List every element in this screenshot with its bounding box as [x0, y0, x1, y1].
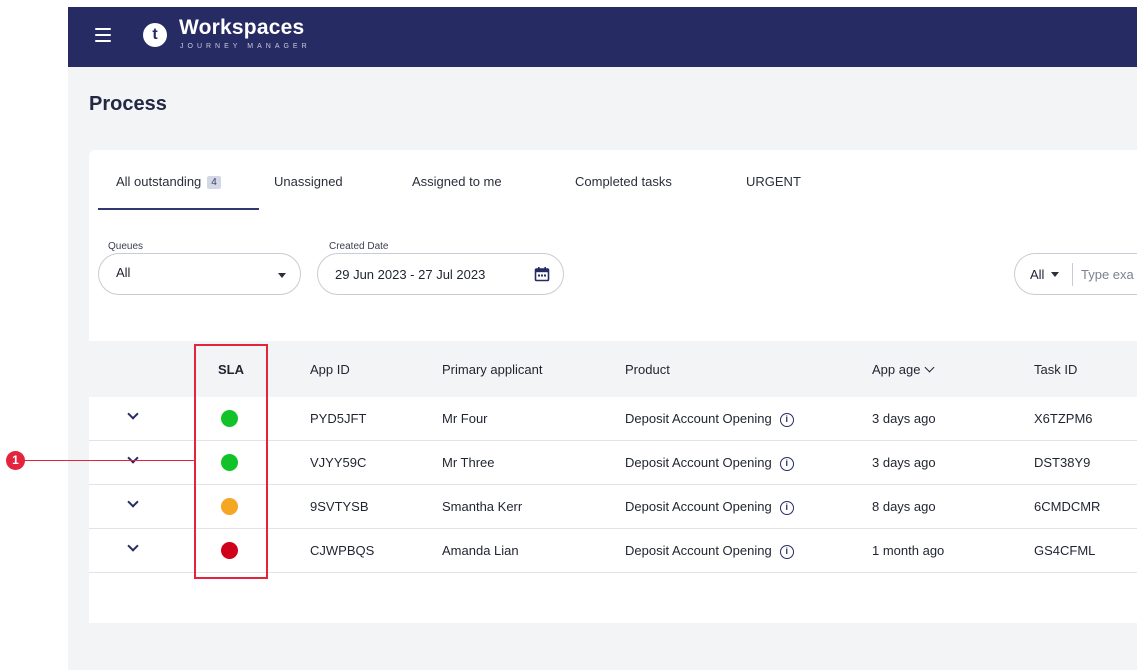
- tab-assigned-to-me[interactable]: Assigned to me: [412, 174, 502, 189]
- queues-value: All: [116, 265, 131, 280]
- tab-unassigned[interactable]: Unassigned: [274, 174, 343, 189]
- sla-highlight-box: [194, 344, 268, 579]
- cell-task-id[interactable]: X6TZPM6: [1034, 411, 1093, 426]
- cell-primary-applicant: Mr Four: [442, 411, 488, 426]
- cell-primary-applicant: Amanda Lian: [442, 543, 519, 558]
- tab-urgent[interactable]: URGENT: [746, 174, 801, 189]
- cell-product: Deposit Account Opening i: [625, 543, 794, 559]
- page-title: Process: [89, 93, 167, 115]
- cell-app-age: 3 days ago: [872, 411, 936, 426]
- cell-app-id[interactable]: CJWPBQS: [310, 543, 374, 558]
- hamburger-menu-icon[interactable]: [95, 28, 111, 42]
- tab-completed-tasks[interactable]: Completed tasks: [575, 174, 672, 189]
- search-scope-dropdown[interactable]: All: [1030, 267, 1060, 282]
- created-date-value: 29 Jun 2023 - 27 Jul 2023: [335, 267, 486, 282]
- chevron-down-icon: [1051, 272, 1060, 277]
- cell-app-id[interactable]: PYD5JFT: [310, 411, 366, 426]
- logo-icon: t: [143, 23, 167, 47]
- column-header-label: App age: [872, 362, 921, 377]
- queues-label: Queues: [108, 241, 144, 252]
- cell-product-label: Deposit Account Opening: [625, 543, 772, 558]
- expand-row-chevron-icon[interactable]: [127, 452, 139, 464]
- info-icon[interactable]: i: [779, 413, 794, 427]
- search-divider: [1072, 263, 1073, 286]
- tab-all-outstanding[interactable]: All outstanding 4: [116, 174, 221, 189]
- cell-task-id[interactable]: GS4CFML: [1034, 543, 1095, 558]
- cell-product-label: Deposit Account Opening: [625, 455, 772, 470]
- search-scope-value: All: [1030, 267, 1045, 282]
- queues-dropdown[interactable]: All: [98, 253, 301, 295]
- top-bar: t Workspaces JOURNEY MANAGER: [68, 7, 1137, 67]
- tab-bar: All outstanding 4 Unassigned Assigned to …: [89, 150, 1137, 210]
- info-icon[interactable]: i: [779, 545, 794, 559]
- info-icon[interactable]: i: [779, 457, 794, 471]
- cell-app-age: 1 month ago: [872, 543, 945, 558]
- cell-task-id[interactable]: 6CMDCMR: [1034, 499, 1100, 514]
- sort-chevron-down-icon: [924, 362, 935, 373]
- column-header-app-age[interactable]: App age: [872, 362, 935, 377]
- cell-app-age: 3 days ago: [872, 455, 936, 470]
- active-tab-indicator: [98, 208, 259, 210]
- cell-product: Deposit Account Opening i: [625, 455, 794, 471]
- callout-number-badge: 1: [6, 451, 25, 470]
- column-header-product[interactable]: Product: [625, 362, 670, 377]
- info-icon[interactable]: i: [779, 501, 794, 515]
- column-header-task-id[interactable]: Task ID: [1034, 362, 1077, 377]
- cell-task-id[interactable]: DST38Y9: [1034, 455, 1090, 470]
- column-header-app-id[interactable]: App ID: [310, 362, 350, 377]
- column-header-primary-applicant[interactable]: Primary applicant: [442, 362, 542, 377]
- cell-app-age: 8 days ago: [872, 499, 936, 514]
- cell-product: Deposit Account Opening i: [625, 499, 794, 515]
- cell-product: Deposit Account Opening i: [625, 411, 794, 427]
- expand-row-chevron-icon[interactable]: [127, 496, 139, 508]
- cell-product-label: Deposit Account Opening: [625, 499, 772, 514]
- expand-row-chevron-icon[interactable]: [127, 408, 139, 420]
- search-input[interactable]: [1081, 267, 1137, 282]
- cell-app-id[interactable]: VJYY59C: [310, 455, 366, 470]
- created-date-label: Created Date: [329, 241, 389, 252]
- chevron-down-icon: [278, 273, 286, 278]
- expand-row-chevron-icon[interactable]: [127, 540, 139, 552]
- cell-product-label: Deposit Account Opening: [625, 411, 772, 426]
- brand-name: Workspaces: [179, 16, 305, 39]
- calendar-icon[interactable]: [534, 266, 550, 282]
- tab-label: All outstanding: [116, 174, 202, 189]
- cell-primary-applicant: Mr Three: [442, 455, 495, 470]
- cell-app-id[interactable]: 9SVTYSB: [310, 499, 369, 514]
- tab-count-badge: 4: [207, 176, 221, 189]
- callout-line: [22, 460, 194, 461]
- cell-primary-applicant: Smantha Kerr: [442, 499, 523, 514]
- created-date-picker[interactable]: 29 Jun 2023 - 27 Jul 2023: [317, 253, 564, 295]
- search-bar: All: [1014, 253, 1137, 295]
- brand-subtitle: JOURNEY MANAGER: [180, 43, 311, 50]
